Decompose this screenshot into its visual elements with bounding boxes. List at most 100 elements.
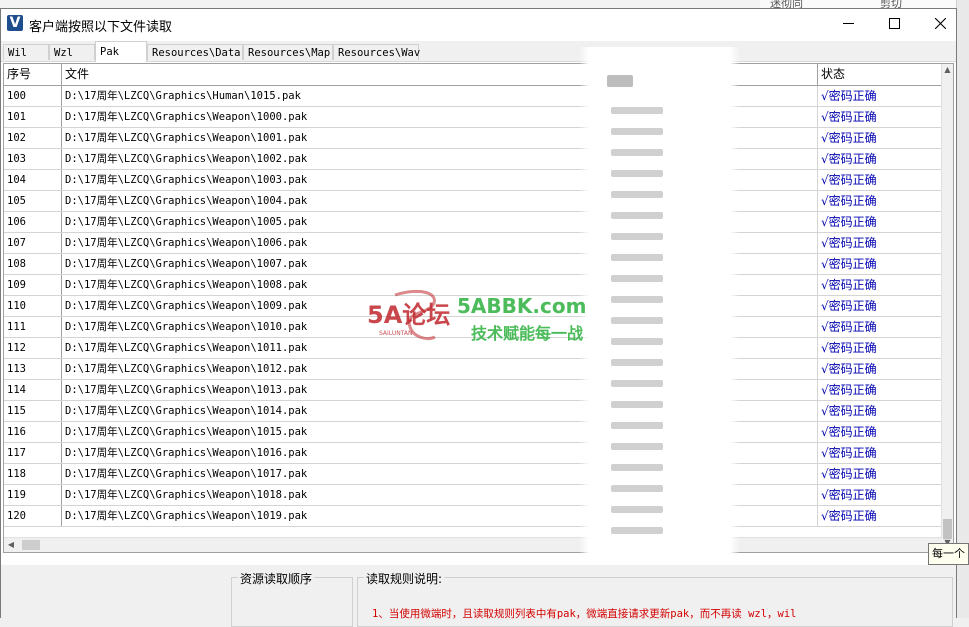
table-row[interactable]: 113 D:\17周年\LZCQ\Graphics\Weapon\1012.pak…	[4, 359, 942, 380]
scroll-up-icon[interactable]: ▲	[942, 64, 953, 76]
watermark-logo-text: 5A论坛	[367, 301, 450, 329]
minimize-button[interactable]	[825, 9, 871, 39]
table-row[interactable]: 114 D:\17周年\LZCQ\Graphics\Weapon\1013.pak…	[4, 380, 942, 401]
redacted-cell	[611, 233, 663, 240]
row-status: √密码正确	[821, 362, 877, 376]
row-index: 120	[4, 506, 62, 526]
table-row[interactable]: 116 D:\17周年\LZCQ\Graphics\Weapon\1015.pak…	[4, 422, 942, 443]
table-row[interactable]: 104 D:\17周年\LZCQ\Graphics\Weapon\1003.pak…	[4, 170, 942, 191]
tab-wil[interactable]: Wil	[3, 44, 49, 60]
horizontal-scrollbar[interactable]: ◀	[4, 537, 942, 552]
header-status[interactable]: 状态	[818, 64, 942, 85]
redacted-cell	[611, 443, 663, 450]
vertical-scroll-thumb[interactable]	[943, 519, 952, 539]
close-button[interactable]	[917, 9, 963, 39]
row-index: 103	[4, 149, 62, 169]
redacted-cell	[611, 359, 663, 366]
redacted-cell	[611, 506, 663, 513]
row-index: 102	[4, 128, 62, 148]
redacted-cell	[611, 170, 663, 177]
redacted-cell	[611, 149, 663, 156]
redacted-cell	[611, 212, 663, 219]
row-status: √密码正确	[821, 509, 877, 523]
maximize-button[interactable]	[871, 9, 917, 39]
row-status: √密码正确	[821, 173, 877, 187]
row-index: 108	[4, 254, 62, 274]
table-row[interactable]: 118 D:\17周年\LZCQ\Graphics\Weapon\1017.pak…	[4, 464, 942, 485]
table-row[interactable]: 106 D:\17周年\LZCQ\Graphics\Weapon\1005.pak…	[4, 212, 942, 233]
row-index: 106	[4, 212, 62, 232]
row-index: 116	[4, 422, 62, 442]
watermark-logo-sub: SAILUNTAN	[379, 330, 413, 337]
watermark: 5A论坛 SAILUNTAN 5ABBK.com 技术赋能每一战	[367, 289, 586, 343]
row-index: 104	[4, 170, 62, 190]
rules-groupbox: 读取规则说明: 1、当使用微端时，且读取规则列表中有pak，微端直接请求更新pa…	[357, 570, 953, 627]
redacted-cell	[611, 527, 663, 534]
tab-resources-map[interactable]: Resources\Map	[243, 44, 333, 60]
redacted-cell	[611, 128, 663, 135]
tab-resources-wav[interactable]: Resources\Wav	[333, 44, 420, 60]
table-row[interactable]: 117 D:\17周年\LZCQ\Graphics\Weapon\1016.pak…	[4, 443, 942, 464]
row-status: √密码正确	[821, 257, 877, 271]
row-index: 119	[4, 485, 62, 505]
row-status: √密码正确	[821, 194, 877, 208]
background-text-1: 迷彻同	[770, 0, 803, 8]
horizontal-scroll-thumb[interactable]	[22, 540, 40, 550]
table-row[interactable]: 108 D:\17周年\LZCQ\Graphics\Weapon\1007.pak…	[4, 254, 942, 275]
rules-label: 读取规则说明:	[364, 570, 445, 587]
row-index: 111	[4, 317, 62, 337]
maximize-icon	[888, 18, 900, 29]
row-status: √密码正确	[821, 425, 877, 439]
row-status: √密码正确	[821, 404, 877, 418]
row-index: 115	[4, 401, 62, 421]
window-title: 客户端按照以下文件读取	[29, 20, 173, 35]
tooltip: 每一个	[928, 543, 969, 565]
scroll-left-icon[interactable]: ◀	[4, 538, 18, 552]
row-status: √密码正确	[821, 110, 877, 124]
table-row[interactable]: 105 D:\17周年\LZCQ\Graphics\Weapon\1004.pak…	[4, 191, 942, 212]
table-row[interactable]: 115 D:\17周年\LZCQ\Graphics\Weapon\1014.pak…	[4, 401, 942, 422]
title-bar[interactable]: V 客户端按照以下文件读取	[1, 9, 956, 39]
table-row[interactable]: 103 D:\17周年\LZCQ\Graphics\Weapon\1002.pak…	[4, 149, 942, 170]
row-status: √密码正确	[821, 320, 877, 334]
redacted-cell	[611, 296, 663, 303]
table-row[interactable]: 120 D:\17周年\LZCQ\Graphics\Weapon\1019.pak…	[4, 506, 942, 527]
row-index: 105	[4, 191, 62, 211]
vertical-scrollbar[interactable]: ▲ ▼	[941, 64, 953, 551]
row-index: 113	[4, 359, 62, 379]
tab-pak[interactable]: Pak	[95, 41, 147, 62]
order-groupbox: 资源读取顺序	[231, 570, 353, 627]
watermark-domain: 5ABBK.com	[457, 294, 586, 318]
row-status: √密码正确	[821, 152, 877, 166]
redacted-cell	[611, 275, 663, 282]
background-text-2: 剪切	[880, 0, 902, 8]
redacted-cell	[611, 254, 663, 261]
close-icon	[934, 17, 946, 30]
dialog-window: V 客户端按照以下文件读取 Wil Wzl Pak Resources\Data…	[0, 8, 957, 627]
table-row[interactable]: 102 D:\17周年\LZCQ\Graphics\Weapon\1001.pak…	[4, 128, 942, 149]
table-row[interactable]: 101 D:\17周年\LZCQ\Graphics\Weapon\1000.pak…	[4, 107, 942, 128]
row-status: √密码正确	[821, 278, 877, 292]
tab-resources-data[interactable]: Resources\Data	[147, 44, 243, 60]
tab-wzl[interactable]: Wzl	[49, 44, 95, 60]
tab-strip: Wil Wzl Pak Resources\Data Resources\Map…	[1, 41, 956, 62]
grid-header: 序号 文件 状态	[4, 64, 942, 86]
redacted-cell	[611, 107, 663, 114]
header-index[interactable]: 序号	[4, 64, 62, 85]
row-index: 109	[4, 275, 62, 295]
row-index: 101	[4, 107, 62, 127]
row-index: 117	[4, 443, 62, 463]
row-index: 114	[4, 380, 62, 400]
row-status: √密码正确	[821, 383, 877, 397]
row-status: √密码正确	[821, 488, 877, 502]
table-row[interactable]: 119 D:\17周年\LZCQ\Graphics\Weapon\1018.pak…	[4, 485, 942, 506]
row-status: √密码正确	[821, 467, 877, 481]
rule-line-1: 1、当使用微端时，且读取规则列表中有pak，微端直接请求更新pak，而不再读 w…	[372, 608, 797, 620]
table-row[interactable]: 107 D:\17周年\LZCQ\Graphics\Weapon\1006.pak…	[4, 233, 942, 254]
row-status: √密码正确	[821, 131, 877, 145]
order-label: 资源读取顺序	[238, 570, 315, 587]
redacted-cell	[611, 338, 663, 345]
table-row[interactable]: 100 D:\17周年\LZCQ\Graphics\Human\1015.pak √…	[4, 86, 942, 107]
redacted-cell	[611, 191, 663, 198]
redacted-cell	[611, 401, 663, 408]
